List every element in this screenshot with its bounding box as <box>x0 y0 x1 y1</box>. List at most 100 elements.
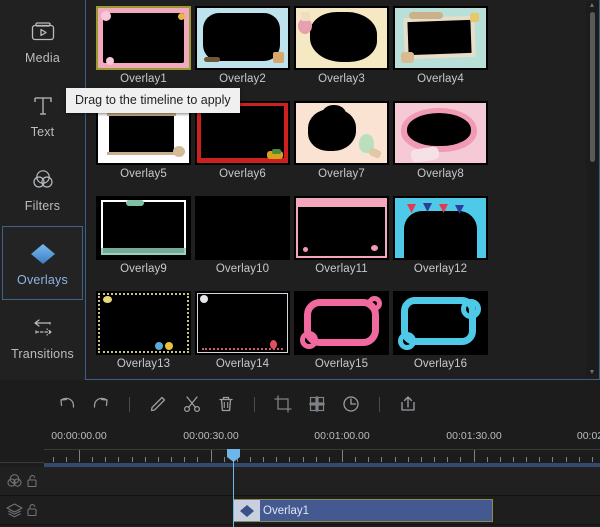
ruler-tick <box>289 457 291 462</box>
overlay-item-overlay11[interactable]: Overlay11 <box>292 196 391 285</box>
timeline-clip-overlay1[interactable]: Overlay1 <box>233 499 493 522</box>
track-row-filter[interactable] <box>0 467 600 496</box>
timeline-playhead[interactable] <box>227 449 240 527</box>
overlay-thumbnail[interactable] <box>96 196 191 260</box>
ruler-tick <box>460 457 462 462</box>
ruler-tick <box>499 457 501 462</box>
overlay-item-label: Overlay9 <box>120 263 167 275</box>
sidebar-item-transitions[interactable]: Transitions <box>2 300 83 374</box>
overlay-item-overlay5[interactable]: Overlay5 <box>94 101 193 190</box>
overlay-item-overlay2[interactable]: Overlay2 <box>193 6 292 95</box>
overlay-item-label: Overlay1 <box>120 73 167 85</box>
scroll-up-icon[interactable]: ▲ <box>589 1 596 11</box>
clip-thumbnail-icon <box>234 500 260 521</box>
ruler-tick <box>447 457 449 462</box>
text-icon <box>28 92 58 120</box>
ruler-tick <box>184 457 186 462</box>
overlay-grid: Overlay1 Overlay2 Overlay3 Overlay4 Overlay5… <box>86 0 585 379</box>
split-icon[interactable] <box>175 387 209 421</box>
delete-icon[interactable] <box>209 387 243 421</box>
overlay-thumbnail[interactable] <box>393 6 488 70</box>
track-row-overlay[interactable]: Overlay1 <box>0 496 600 525</box>
overlay-item-overlay13[interactable]: Overlay13 <box>94 291 193 379</box>
ruler-tick <box>263 457 265 462</box>
ruler-label: 00:02 <box>576 430 600 442</box>
sidebar-item-overlays[interactable]: Overlays <box>2 226 83 300</box>
ruler-tick <box>342 450 343 462</box>
overlay-thumbnail[interactable] <box>294 291 389 355</box>
speed-icon[interactable] <box>334 387 368 421</box>
unlocked-icon[interactable] <box>26 503 38 517</box>
overlay-thumbnail[interactable] <box>96 291 191 355</box>
overlay-item-overlay7[interactable]: Overlay7 <box>292 101 391 190</box>
overlay-item-overlay8[interactable]: Overlay8 <box>391 101 490 190</box>
overlay-thumbnail[interactable] <box>195 291 290 355</box>
scrollbar-thumb[interactable] <box>589 12 595 162</box>
overlay-item-label: Overlay11 <box>315 263 368 275</box>
overlay-item-label: Overlay5 <box>120 168 167 180</box>
ruler-tick <box>249 457 251 462</box>
sidebar-item-filters[interactable]: Filters <box>2 152 83 226</box>
overlay-thumbnail[interactable] <box>195 196 290 260</box>
sidebar-item-label: Overlays <box>17 272 68 287</box>
unlocked-icon[interactable] <box>26 474 38 488</box>
overlay-item-label: Overlay8 <box>417 168 464 180</box>
overlay-thumbnail[interactable] <box>294 101 389 165</box>
mosaic-icon[interactable] <box>300 387 334 421</box>
overlays-icon <box>28 240 58 268</box>
track-header-filter <box>0 467 44 495</box>
export-icon[interactable] <box>391 387 425 421</box>
overlay-thumbnail[interactable] <box>96 6 191 70</box>
ruler-tick <box>65 457 67 462</box>
ruler-tick <box>197 457 199 462</box>
overlay-thumbnail[interactable] <box>393 196 488 260</box>
overlay-item-overlay15[interactable]: Overlay15 <box>292 291 391 379</box>
overlay-thumbnail[interactable] <box>294 196 389 260</box>
overlay-thumbnail[interactable] <box>393 101 488 165</box>
undo-icon[interactable] <box>50 387 84 421</box>
ruler-tick <box>539 457 541 462</box>
edit-icon[interactable] <box>141 387 175 421</box>
overlay-thumbnail[interactable] <box>294 6 389 70</box>
redo-icon[interactable] <box>84 387 118 421</box>
ruler-label: 00:00:30.00 <box>183 430 239 442</box>
sidebar-item-media[interactable]: Media <box>2 4 83 78</box>
ruler-tick <box>355 457 357 462</box>
overlay-item-overlay12[interactable]: Overlay12 <box>391 196 490 285</box>
ruler-tick <box>394 457 396 462</box>
overlay-thumbnail[interactable] <box>393 291 488 355</box>
overlay-item-overlay3[interactable]: Overlay3 <box>292 6 391 95</box>
overlay-item-label: Overlay13 <box>116 358 171 370</box>
ruler-label: 00:01:30.00 <box>446 430 502 442</box>
overlay-panel-scrollbar[interactable]: ▲ ▼ <box>586 1 598 378</box>
ruler-tick <box>276 457 278 462</box>
ruler-tick <box>144 457 146 462</box>
toolbar-separator <box>254 396 255 412</box>
overlay-thumbnail[interactable] <box>195 6 290 70</box>
overlay-item-overlay4[interactable]: Overlay4 <box>391 6 490 95</box>
clip-label: Overlay1 <box>263 504 310 517</box>
overlay-item-overlay10[interactable]: Overlay10 <box>193 196 292 285</box>
video-editor-window: Media Text Filters Overlays Transitions … <box>0 0 600 527</box>
sidebar-item-label: Media <box>24 50 61 65</box>
overlay-item-overlay6[interactable]: Overlay6 <box>193 101 292 190</box>
ruler-tick <box>512 457 514 462</box>
ruler-tick <box>92 457 94 462</box>
sidebar-item-label: Transitions <box>11 346 74 361</box>
ruler-tick <box>420 457 422 462</box>
overlay-item-label: Overlay16 <box>413 358 468 370</box>
overlay-item-overlay9[interactable]: Overlay9 <box>94 196 193 285</box>
toolbar-separator <box>129 396 130 412</box>
overlay-item-label: Overlay10 <box>215 263 270 275</box>
ruler-tick <box>591 457 593 462</box>
scroll-down-icon[interactable]: ▼ <box>589 368 596 378</box>
ruler-tick <box>565 457 567 462</box>
overlay-item-overlay1[interactable]: Overlay1 <box>94 6 193 95</box>
ruler-tick <box>223 457 225 462</box>
crop-icon[interactable] <box>266 387 300 421</box>
filter-track-icon <box>5 473 24 490</box>
overlay-item-overlay16[interactable]: Overlay16 <box>391 291 490 379</box>
timeline-ruler[interactable]: 00:00:00.00 00:00:30.00 00:01:00.00 00:01:3… <box>0 427 600 468</box>
toolbar-separator <box>379 396 380 412</box>
overlay-item-overlay14[interactable]: Overlay14 <box>193 291 292 379</box>
